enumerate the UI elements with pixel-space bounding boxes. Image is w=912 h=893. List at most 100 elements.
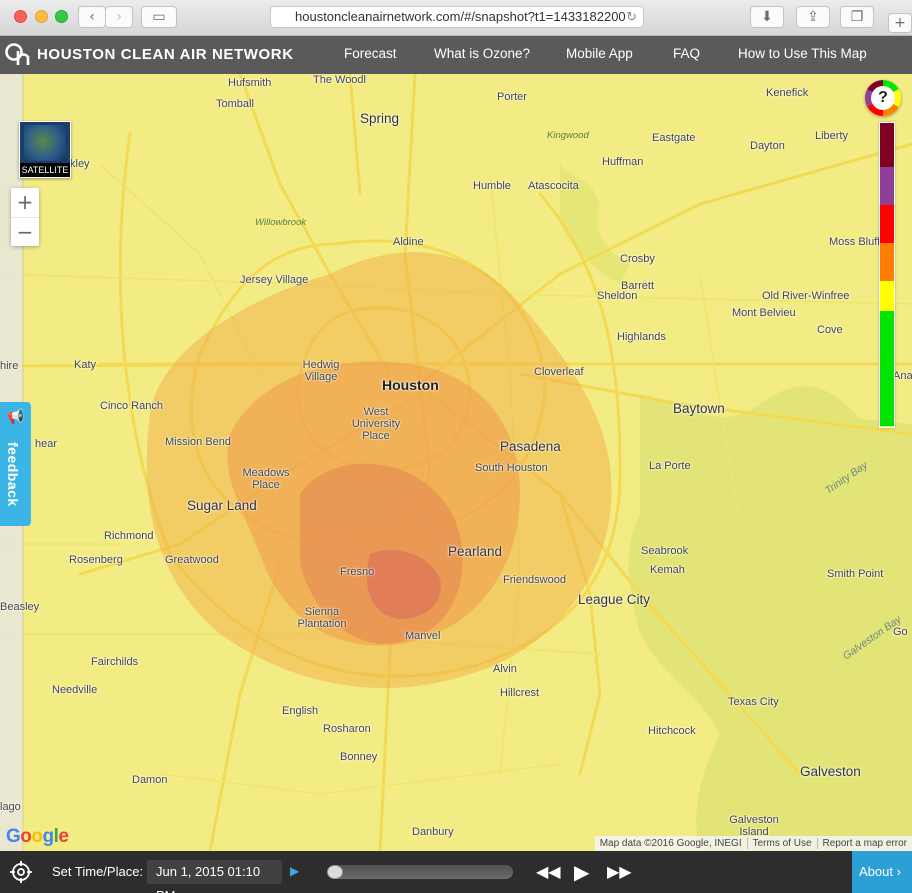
place-label: League City <box>578 592 651 607</box>
map-canvas[interactable] <box>0 74 912 851</box>
nav-what-is-ozone[interactable]: What is Ozone? <box>434 46 530 61</box>
place-label: Galveston Island <box>729 814 779 838</box>
play-button[interactable]: ▶ <box>574 860 589 884</box>
place-label: Manvel <box>405 630 441 642</box>
zoom-in-button[interactable]: + <box>11 188 39 217</box>
download-button[interactable]: ⬇ <box>750 6 784 28</box>
brand-title[interactable]: HOUSTON CLEAN AIR NETWORK <box>37 46 294 63</box>
place-label: Smith Point <box>827 568 884 580</box>
place-label: Willowbrook <box>255 217 307 228</box>
place-label: Pearland <box>448 544 503 559</box>
place-label: La Porte <box>649 460 691 472</box>
place-label: Beasley <box>0 601 40 613</box>
place-label: Bonney <box>340 751 378 763</box>
place-label: Richmond <box>104 530 154 542</box>
place-label: Fresno <box>340 566 375 578</box>
datetime-field[interactable]: Jun 1, 2015 01:10 PM <box>147 860 282 893</box>
place-label: The Woodl <box>313 74 366 86</box>
place-label: Hillcrest <box>500 687 540 699</box>
chevron-right-icon: › <box>896 864 901 879</box>
address-bar[interactable]: houstoncleanairnetwork.com/#/snapshot?t1… <box>270 6 644 28</box>
hcan-logo-icon[interactable] <box>4 41 32 69</box>
place-label: Houston <box>382 377 439 393</box>
place-label: Old River-Winfree <box>762 290 850 302</box>
place-label: Mont Belvieu <box>732 307 796 319</box>
share-button[interactable]: ⇪ <box>796 6 830 28</box>
place-label: hire <box>0 360 19 372</box>
place-label: Sienna Plantation <box>297 606 347 630</box>
fast-forward-button[interactable]: ▶▶ <box>607 862 632 881</box>
browser-toolbar: ‹ › ▭ houstoncleanairnetwork.com/#/snaps… <box>0 0 912 36</box>
place-label: Cinco Ranch <box>100 400 163 412</box>
place-label: Kingwood <box>547 130 589 141</box>
sidebar-toggle-button[interactable]: ▭ <box>141 6 177 28</box>
google-logo: Google <box>6 826 69 848</box>
place-label: Humble <box>473 180 511 192</box>
nav-faq[interactable]: FAQ <box>673 46 700 61</box>
nav-mobile-app[interactable]: Mobile App <box>566 46 633 61</box>
report-map-error-link[interactable]: Report a map error <box>816 838 912 849</box>
tabs-button[interactable]: ❐ <box>840 6 874 28</box>
google-letter: e <box>58 826 69 847</box>
place-label: Alvin <box>493 663 517 675</box>
play-small-icon[interactable]: ▶ <box>290 864 299 878</box>
place-label: Dayton <box>750 140 785 152</box>
place-label: Eastgate <box>652 132 696 144</box>
close-window-button[interactable] <box>14 10 27 23</box>
app-header: HOUSTON CLEAN AIR NETWORK Forecast What … <box>0 36 912 74</box>
place-label: Sugar Land <box>187 498 257 513</box>
place-label: Sheldon <box>597 290 638 302</box>
nav-forecast[interactable]: Forecast <box>344 46 397 61</box>
aqi-help-button[interactable]: ? <box>865 80 901 116</box>
timeline-knob[interactable] <box>327 865 343 879</box>
aqi-level-swatch <box>880 311 894 426</box>
satellite-label: SATELLITE <box>20 163 70 177</box>
place-label: Spring <box>360 111 400 126</box>
reload-icon[interactable]: ↻ <box>626 7 637 27</box>
place-label: Greatwood <box>165 554 219 566</box>
aqi-level-swatch <box>880 123 894 167</box>
place-label: Galveston <box>800 764 861 779</box>
zoom-control: + − <box>11 188 39 246</box>
place-label: Tomball <box>216 98 254 110</box>
fullscreen-window-button[interactable] <box>55 10 68 23</box>
forward-button[interactable]: › <box>105 6 133 28</box>
timeline-slider[interactable] <box>327 865 513 879</box>
place-label: kley <box>70 158 90 170</box>
place-label: Kemah <box>650 564 685 576</box>
aqi-level-swatch <box>880 243 894 281</box>
place-label: Katy <box>74 359 97 371</box>
place-label: Pasadena <box>500 439 561 454</box>
terms-of-use-link[interactable]: Terms of Use <box>746 838 817 849</box>
aqi-level-swatch <box>880 205 894 243</box>
question-mark-icon: ? <box>871 86 895 110</box>
feedback-tab[interactable]: 📢 feedback <box>0 402 31 526</box>
target-icon[interactable] <box>10 861 32 883</box>
place-label: Baytown <box>673 401 725 416</box>
nav-how-to-use[interactable]: How to Use This Map <box>738 46 867 61</box>
place-label: Hedwig Village <box>302 359 340 383</box>
zoom-out-button[interactable]: − <box>11 217 39 246</box>
place-label: West University Place <box>351 406 401 442</box>
aqi-color-legend <box>879 122 895 428</box>
place-label: Liberty <box>815 130 849 142</box>
place-label: Rosharon <box>323 723 371 735</box>
minimize-window-button[interactable] <box>35 10 48 23</box>
place-label: Ana <box>893 370 912 382</box>
satellite-toggle-button[interactable]: SATELLITE <box>19 121 71 178</box>
rewind-button[interactable]: ◀◀ <box>536 862 561 881</box>
google-letter: o <box>20 826 32 847</box>
place-label: Crosby <box>620 253 655 265</box>
about-button[interactable]: About › <box>852 851 912 893</box>
place-label: Hitchcock <box>648 725 696 737</box>
aqi-level-swatch <box>880 167 894 205</box>
new-tab-button[interactable]: + <box>888 13 912 33</box>
place-label: Damon <box>132 774 168 786</box>
place-label: Needville <box>52 684 98 696</box>
megaphone-icon: 📢 <box>7 408 25 424</box>
place-label: Huffman <box>602 156 644 168</box>
back-button[interactable]: ‹ <box>78 6 106 28</box>
place-label: Moss Bluff <box>829 236 881 248</box>
ozone-map[interactable]: Houston Spring Pasadena Pearland Sugar Land L… <box>0 74 912 851</box>
map-data-credit: Map data ©2016 Google, INEGI <box>599 838 742 849</box>
